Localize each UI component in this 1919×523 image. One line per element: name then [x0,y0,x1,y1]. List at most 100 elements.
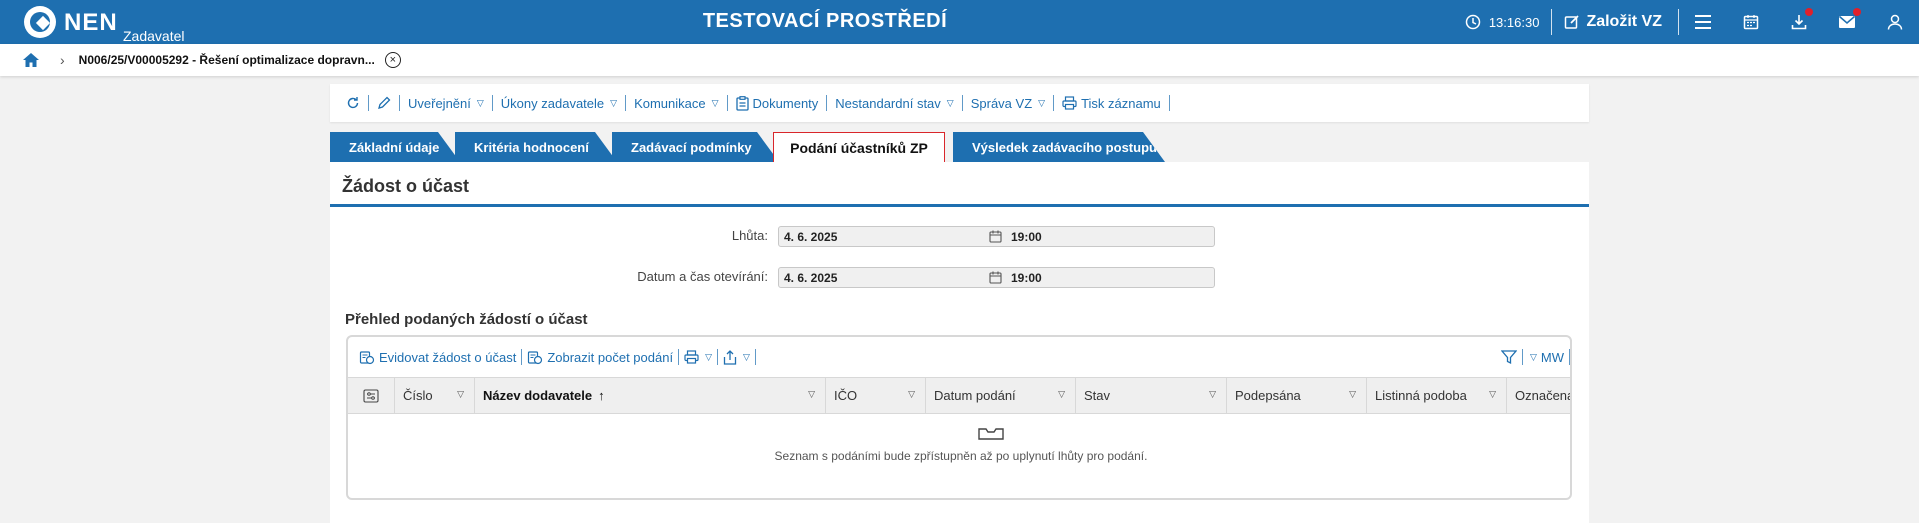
user-profile-button[interactable] [1871,0,1919,44]
home-icon [23,53,39,67]
tab-label: Kritéria hodnocení [474,139,589,155]
grid-header: Číslo ▽ Název dodavatele ↑ ▽ IČO ▽ Datum pod… [348,377,1570,414]
count-icon [528,351,543,365]
caret-down-icon: ▽ [742,351,750,362]
column-filter-icon[interactable]: ▽ [1209,389,1216,400]
column-cislo[interactable]: Číslo ▽ [395,378,475,413]
tab-kriteria-hodnoceni[interactable]: Kritéria hodnocení [455,132,617,162]
empty-state-message: Seznam s podáními bude zpřístupněn až po… [774,449,1148,463]
breadcrumb-current[interactable]: N006/25/V00005292 - Řešení optimalizace … [79,53,375,67]
notification-dot [1853,8,1861,16]
deadline-field: 4. 6. 2025 19:00 [778,226,1215,247]
clock-time: 13:16:30 [1488,14,1540,30]
menu-nestandardni-label: Nestandardní stav [835,95,941,111]
column-filter-icon[interactable]: ▽ [1489,389,1496,400]
section-title: Žádost o účast [342,176,470,196]
divider [491,95,493,111]
menu-komunikace[interactable]: Komunikace ▽ [626,96,726,111]
export-icon [723,349,737,365]
filter-button[interactable] [1496,349,1522,365]
clock-icon [1465,14,1481,30]
menu-ukony-label: Úkony zadavatele [500,95,605,111]
create-vz-button[interactable]: Založit VZ [1552,13,1678,31]
menu-tisk-label: Tisk záznamu [1081,95,1161,111]
column-filter-icon[interactable]: ▽ [1058,389,1065,400]
deadline-date: 4. 6. 2025 [784,229,838,244]
column-filter-icon[interactable]: ▽ [808,389,815,400]
printer-icon [684,350,699,364]
section-divider [330,204,1589,207]
divider [716,349,718,365]
environment-title: TESTOVACÍ PROSTŘEDÍ [702,10,948,32]
register-icon [359,351,375,365]
column-listinna-podoba[interactable]: Listinná podoba ▽ [1367,378,1507,413]
opening-time: 19:00 [1011,270,1042,285]
edit-button[interactable] [369,96,399,110]
divider [961,95,963,111]
column-filter-icon[interactable]: ▽ [457,389,464,400]
grid-title: Přehled podaných žádostí o účast [345,311,588,328]
divider [726,95,728,111]
close-icon[interactable]: × [384,52,401,68]
show-submission-count-button[interactable]: Zobrazit počet podání [522,349,678,365]
top-bar: NEN Zadavatel TESTOVACÍ PROSTŘEDÍ 13:16:… [0,0,1919,44]
column-stav[interactable]: Stav ▽ [1076,378,1227,413]
divider [521,349,523,365]
calendar-icon [989,230,1002,243]
tab-podani-ucastniku[interactable]: Podání účastníků ZP [773,132,945,163]
breadcrumb: › N006/25/V00005292 - Řešení optimalizac… [0,44,1919,76]
column-nazev-dodavatele[interactable]: Název dodavatele ↑ ▽ [475,378,826,413]
column-podepsana[interactable]: Podepsána ▽ [1227,378,1367,413]
clipboard-icon [735,95,749,111]
menu-tisk-zaznamu[interactable]: Tisk záznamu [1054,96,1169,111]
divider [1053,95,1055,111]
refresh-icon [347,97,359,109]
menu-sprava-vz[interactable]: Správa VZ ▽ [963,96,1053,111]
opening-field: 4. 6. 2025 19:00 [778,267,1215,288]
menu-ukony-zadavatele[interactable]: Úkony zadavatele ▽ [493,96,625,111]
column-ico[interactable]: IČO ▽ [826,378,926,413]
caret-down-icon: ▽ [705,351,712,362]
column-label: Podepsána [1235,388,1301,403]
menu-dokumenty[interactable]: Dokumenty [728,96,827,111]
column-label: IČO [834,388,858,403]
column-filter-icon[interactable]: ▽ [908,389,915,400]
column-filter-icon[interactable]: ▽ [1349,389,1356,400]
tab-zakladni-udaje[interactable]: Základní údaje [330,132,460,162]
refresh-button[interactable] [338,96,368,110]
create-vz-label: Založit VZ [1586,13,1662,30]
divider [826,95,828,111]
register-request-button[interactable]: Evidovat žádost o účast [354,349,521,365]
tab-vysledek[interactable]: Výsledek zadávacího postupu [953,132,1165,162]
column-datum-podani[interactable]: Datum podání ▽ [926,378,1076,413]
grid-settings-button[interactable]: ▽ MW [1523,350,1569,365]
main-menu-button[interactable] [1679,0,1727,44]
column-settings-button[interactable] [348,378,395,413]
menu-uverejneni[interactable]: Uveřejnění ▽ [400,96,492,111]
print-menu-button[interactable]: ▽ [679,350,717,364]
divider [754,349,756,365]
messages-button[interactable] [1823,0,1871,44]
pencil-icon [378,96,391,109]
downloads-button[interactable] [1775,0,1823,44]
menu-icon [1695,15,1711,29]
notification-dot [1805,8,1813,16]
action-toolbar: Uveřejnění ▽ Úkony zadavatele ▽ Komunikace… [330,84,1589,122]
edit-icon [1565,15,1580,29]
menu-nestandardni-stav[interactable]: Nestandardní stav ▽ [827,96,961,111]
calendar-button[interactable] [1727,0,1775,44]
column-label: Listinná podoba [1375,388,1467,403]
column-settings-icon [363,388,379,403]
column-oznacena[interactable]: Označena [1507,378,1570,413]
sort-ascending-icon: ↑ [598,388,605,403]
tab-label: Podání účastníků ZP [790,139,928,156]
export-menu-button[interactable]: ▽ [718,349,755,365]
caret-down-icon: ▽ [1038,97,1046,108]
show-submission-count-label: Zobrazit počet podání [547,349,674,365]
tab-label: Základní údaje [349,139,440,155]
register-request-label: Evidovat žádost o účast [379,349,517,365]
divider [678,349,680,365]
tab-zadavaci-podminky[interactable]: Zadávací podmínky [612,132,779,162]
caret-down-icon: ▽ [610,97,618,108]
home-button[interactable] [22,50,42,70]
